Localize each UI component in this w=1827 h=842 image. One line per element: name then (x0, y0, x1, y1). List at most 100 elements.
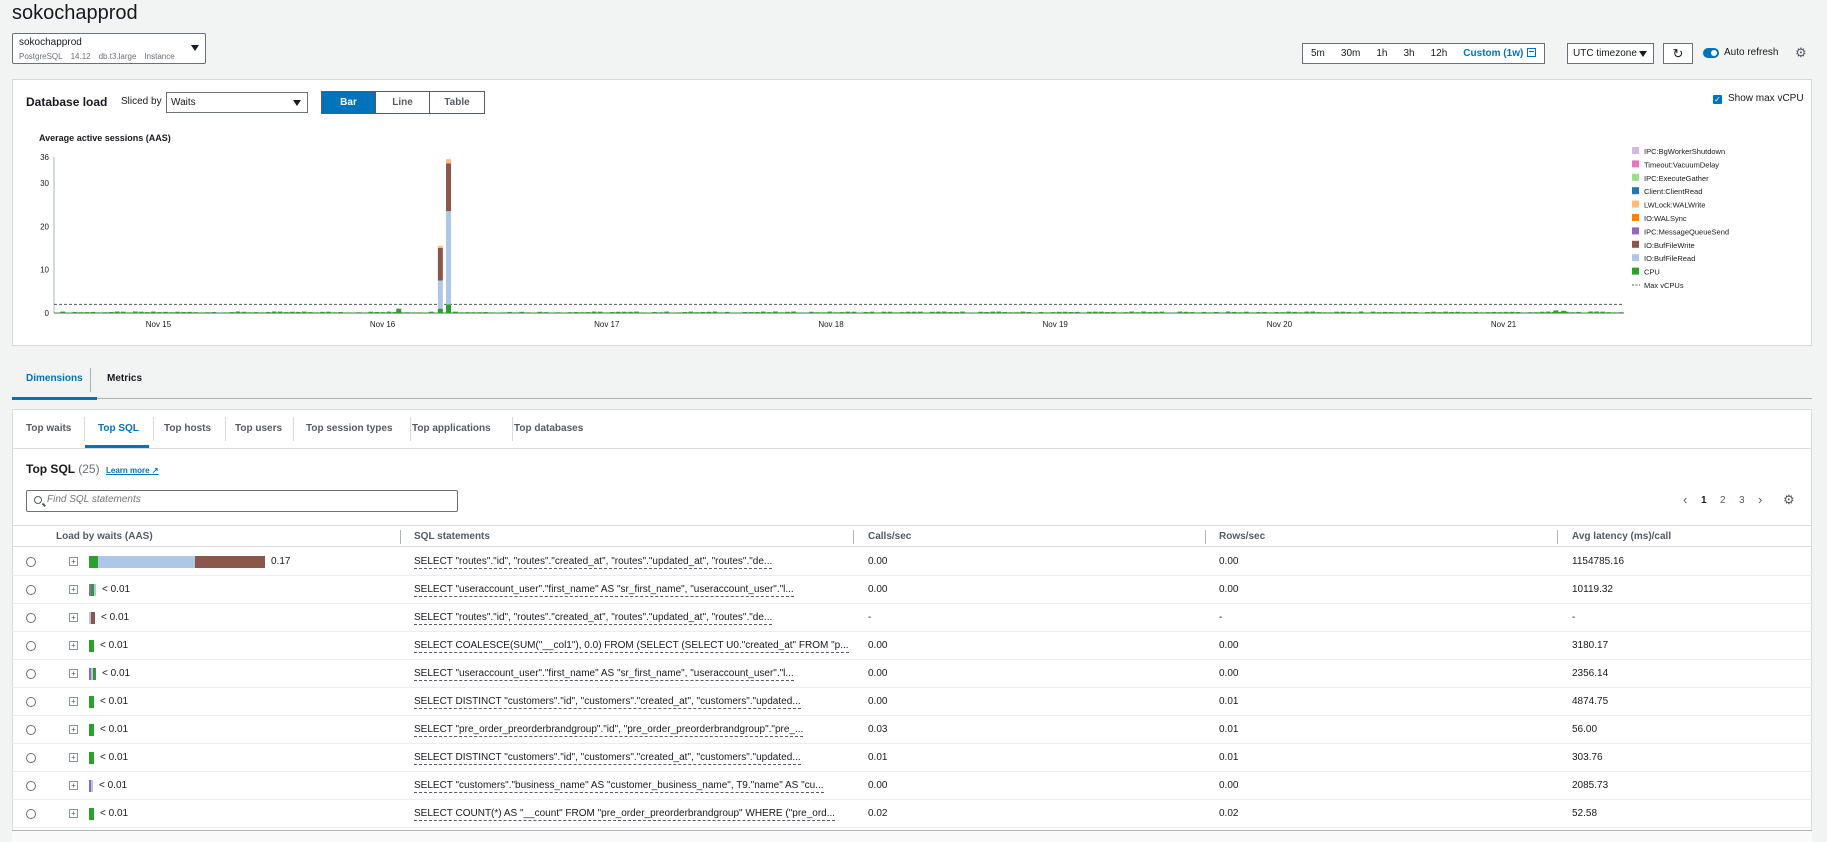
timezone-select[interactable]: UTC timezone (1567, 43, 1654, 64)
cpu-baseline-bar (320, 311, 325, 313)
expand-icon[interactable]: + (69, 781, 78, 790)
cpu-baseline-bar (1038, 312, 1044, 313)
show-max-vcpu-checkbox[interactable]: ✓ (1713, 95, 1722, 104)
subtab-top-databases[interactable]: Top databases (514, 423, 583, 434)
row-radio[interactable] (26, 697, 36, 707)
cpu-baseline-bar (1171, 312, 1177, 313)
sql-statement[interactable]: SELECT "useraccount_user"."first_name" A… (414, 668, 794, 681)
cpu-baseline-bar (960, 311, 965, 313)
sliced-by-select[interactable]: Waits (166, 92, 308, 113)
expand-icon[interactable]: + (69, 725, 78, 734)
page-2-button[interactable]: 2 (1720, 495, 1726, 506)
page-1-button[interactable]: 1 (1701, 495, 1707, 506)
page-3-button[interactable]: 3 (1739, 495, 1745, 506)
chevron-left-icon[interactable]: ‹ (1683, 492, 1687, 507)
sql-statement[interactable]: SELECT "routes"."id", "routes"."created_… (414, 612, 773, 625)
table-row[interactable]: + < 0.01 SELECT "useraccount_user"."first_… (12, 660, 1812, 688)
col-load[interactable]: Load by waits (AAS) (56, 531, 153, 542)
sql-statement[interactable]: SELECT DISTINCT "customers"."id", "custo… (414, 752, 801, 765)
expand-icon[interactable]: + (69, 613, 78, 622)
sql-statement[interactable]: SELECT "useraccount_user"."first_name" A… (414, 584, 794, 597)
row-radio[interactable] (26, 641, 36, 651)
subtab-top-sql[interactable]: Top SQL (98, 423, 139, 434)
row-radio[interactable] (26, 725, 36, 735)
range-5m[interactable]: 5m (1303, 44, 1333, 63)
column-divider[interactable] (853, 530, 854, 544)
instance-select[interactable]: sokochapprod PostgreSQL 14.12 db.t3.larg… (12, 33, 206, 64)
sql-statement[interactable]: SELECT "routes"."id", "routes"."created_… (414, 556, 773, 569)
subtab-top-users[interactable]: Top users (235, 423, 282, 434)
auto-refresh-toggle[interactable] (1703, 48, 1719, 58)
table-settings-gear-icon[interactable]: ⚙ (1783, 493, 1795, 506)
range-custom[interactable]: Custom (1w) (1455, 44, 1544, 63)
range-12h[interactable]: 12h (1423, 44, 1456, 63)
sql-statement[interactable]: SELECT DISTINCT "customers"."id", "custo… (414, 696, 801, 709)
cpu-baseline-bar (525, 312, 531, 313)
sql-statement[interactable]: SELECT "pre_order_preorderbrandgroup"."i… (414, 724, 804, 737)
expand-icon[interactable]: + (69, 669, 78, 678)
table-row[interactable]: + < 0.01 SELECT COUNT(*) AS "__count" FROM… (12, 800, 1812, 828)
cpu-baseline-bar (1105, 312, 1110, 313)
horizontal-scrollbar[interactable] (12, 830, 1812, 842)
row-radio[interactable] (26, 809, 36, 819)
row-radio[interactable] (26, 585, 36, 595)
table-row[interactable]: + < 0.01 SELECT COALESCE(SUM("__col1"), 0.… (12, 632, 1812, 660)
row-radio[interactable] (26, 557, 36, 567)
sql-statement[interactable]: SELECT COALESCE(SUM("__col1"), 0.0) FROM… (414, 640, 849, 653)
table-row[interactable]: +0.17 SELECT "routes"."id", "routes"."cre… (12, 548, 1812, 576)
expand-icon[interactable]: + (69, 585, 78, 594)
col-sql[interactable]: SQL statements (414, 531, 490, 542)
range-30m[interactable]: 30m (1333, 44, 1368, 63)
subtab-top-waits[interactable]: Top waits (26, 423, 71, 434)
show-max-vcpu-label: Show max vCPU (1728, 93, 1804, 104)
cpu-baseline-bar (676, 312, 681, 313)
expand-icon[interactable]: + (69, 557, 78, 566)
subtab-top-hosts[interactable]: Top hosts (164, 423, 211, 434)
subtab-top-applications[interactable]: Top applications (412, 423, 491, 434)
col-calls[interactable]: Calls/sec (868, 531, 911, 542)
range-3h[interactable]: 3h (1395, 44, 1422, 63)
expand-icon[interactable]: + (69, 809, 78, 818)
cpu-baseline-bar (1425, 312, 1430, 313)
cpu-baseline-bar (1491, 311, 1497, 313)
view-line-button[interactable]: Line (376, 92, 430, 113)
cpu-baseline-bar (1346, 311, 1352, 313)
calls-value: 0.01 (868, 752, 888, 763)
refresh-button[interactable]: ↻ (1663, 43, 1693, 64)
settings-gear-icon[interactable]: ⚙ (1795, 46, 1807, 59)
column-divider[interactable] (400, 530, 401, 544)
cpu-baseline-bar (785, 311, 790, 313)
table-row[interactable]: + < 0.01 SELECT "routes"."id", "routes"."c… (12, 604, 1812, 632)
subtab-top-session-types[interactable]: Top session types (306, 423, 393, 434)
sql-statement[interactable]: SELECT COUNT(*) AS "__count" FROM "pre_o… (414, 808, 836, 821)
expand-icon[interactable]: + (69, 753, 78, 762)
cpu-baseline-bar (1382, 311, 1388, 313)
row-radio[interactable] (26, 781, 36, 791)
row-radio[interactable] (26, 613, 36, 623)
expand-icon[interactable]: + (69, 641, 78, 650)
col-latency[interactable]: Avg latency (ms)/call (1572, 531, 1671, 542)
table-row[interactable]: + < 0.01 SELECT "customers"."business_name… (12, 772, 1812, 800)
table-row[interactable]: + < 0.01 SELECT DISTINCT "customers"."id",… (12, 744, 1812, 772)
tab-metrics[interactable]: Metrics (93, 360, 156, 397)
table-row[interactable]: + < 0.01 SELECT "pre_order_preorderbrandgr… (12, 716, 1812, 744)
top-sql-count: (25) (78, 462, 100, 476)
tab-dimensions[interactable]: Dimensions (12, 360, 97, 400)
expand-icon[interactable]: + (69, 697, 78, 706)
view-bar-button[interactable]: Bar (322, 92, 376, 113)
sql-search-input[interactable] (47, 494, 447, 505)
row-radio[interactable] (26, 753, 36, 763)
sql-statement[interactable]: SELECT "customers"."business_name" AS "c… (414, 780, 824, 793)
table-row[interactable]: + < 0.01 SELECT DISTINCT "customers"."id",… (12, 688, 1812, 716)
range-1h[interactable]: 1h (1368, 44, 1395, 63)
cpu-baseline-bar (283, 312, 289, 313)
column-divider[interactable] (1557, 530, 1558, 544)
row-radio[interactable] (26, 669, 36, 679)
column-divider[interactable] (1205, 530, 1206, 544)
col-rows[interactable]: Rows/sec (1219, 531, 1265, 542)
chevron-right-icon[interactable]: › (1758, 492, 1762, 507)
table-row[interactable]: + < 0.01 SELECT "useraccount_user"."first_… (12, 576, 1812, 604)
view-table-button[interactable]: Table (430, 92, 484, 113)
learn-more-link[interactable]: Learn more ↗ (106, 466, 159, 475)
y-tick-label: 10 (40, 266, 49, 275)
